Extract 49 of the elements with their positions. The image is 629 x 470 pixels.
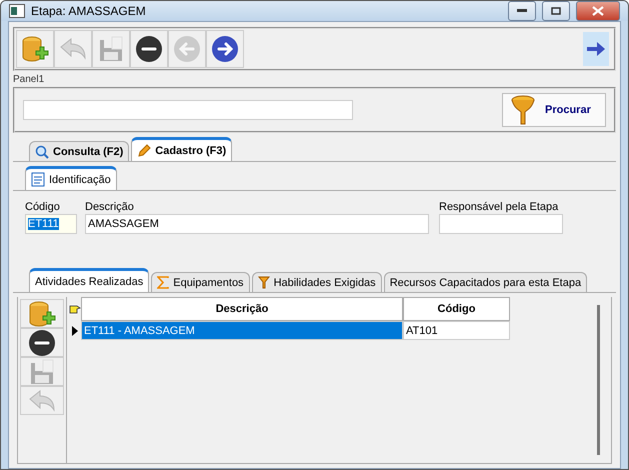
pencil-icon xyxy=(137,144,152,158)
toolbar-button[interactable] xyxy=(130,30,168,68)
tab[interactable]: Cadastro (F3) xyxy=(131,137,232,161)
field-label: Código xyxy=(25,201,61,213)
panel-caption: Panel1 xyxy=(13,75,46,83)
database-add-icon xyxy=(28,300,56,328)
tab[interactable]: Recursos Capacitados para esta Etapa xyxy=(384,272,588,292)
next-arrow-button[interactable] xyxy=(583,32,609,66)
tab[interactable]: Equipamentos xyxy=(151,272,250,292)
search-field[interactable] xyxy=(23,100,353,120)
minimize-icon xyxy=(517,9,527,13)
tab[interactable]: Identificação xyxy=(25,166,117,190)
text-field[interactable]: ET111 xyxy=(25,214,77,234)
row-pointer-icon xyxy=(72,326,78,336)
undo-arrow-icon xyxy=(28,390,56,412)
minus-circle-icon xyxy=(135,35,163,63)
close-button[interactable] xyxy=(576,1,620,21)
search-icon xyxy=(35,144,49,158)
tab[interactable]: Atividades Realizadas xyxy=(29,268,150,292)
database-add-icon xyxy=(21,35,49,63)
sigma-icon xyxy=(157,276,170,289)
tab[interactable]: Habilidades Exigidas xyxy=(252,272,382,292)
text-field[interactable] xyxy=(439,214,563,234)
minus-circle-icon xyxy=(28,328,56,356)
side-button[interactable] xyxy=(20,328,64,357)
maximize-icon xyxy=(551,7,561,15)
right-arrow-icon xyxy=(587,42,605,56)
column-header[interactable]: Descrição xyxy=(81,297,403,321)
app-icon xyxy=(9,4,25,18)
undo-arrow-icon xyxy=(59,38,87,60)
floppy-disk-icon xyxy=(30,358,54,384)
tab[interactable]: Consulta (F2) xyxy=(29,141,130,161)
scrollbar-icon xyxy=(596,305,600,455)
close-icon xyxy=(592,6,604,16)
maximize-button[interactable] xyxy=(542,1,570,21)
table-cell: ET111 - AMASSAGEM xyxy=(81,321,403,340)
search-button[interactable]: Procurar xyxy=(502,93,606,127)
document-icon xyxy=(31,172,45,187)
floppy-disk-icon xyxy=(99,36,123,62)
column-header[interactable]: Código xyxy=(403,297,510,321)
minimize-button[interactable] xyxy=(508,1,536,21)
text-field[interactable]: AMASSAGEM xyxy=(85,214,429,234)
field-label: Descrição xyxy=(85,201,135,213)
table-cell: AT101 xyxy=(403,321,510,340)
field-label: Responsável pela Etapa xyxy=(439,201,560,213)
funnel-icon xyxy=(258,276,270,289)
window-title: Etapa: AMASSAGEM xyxy=(31,4,147,18)
funnel-icon xyxy=(511,95,535,125)
toolbar-button[interactable] xyxy=(206,30,244,68)
